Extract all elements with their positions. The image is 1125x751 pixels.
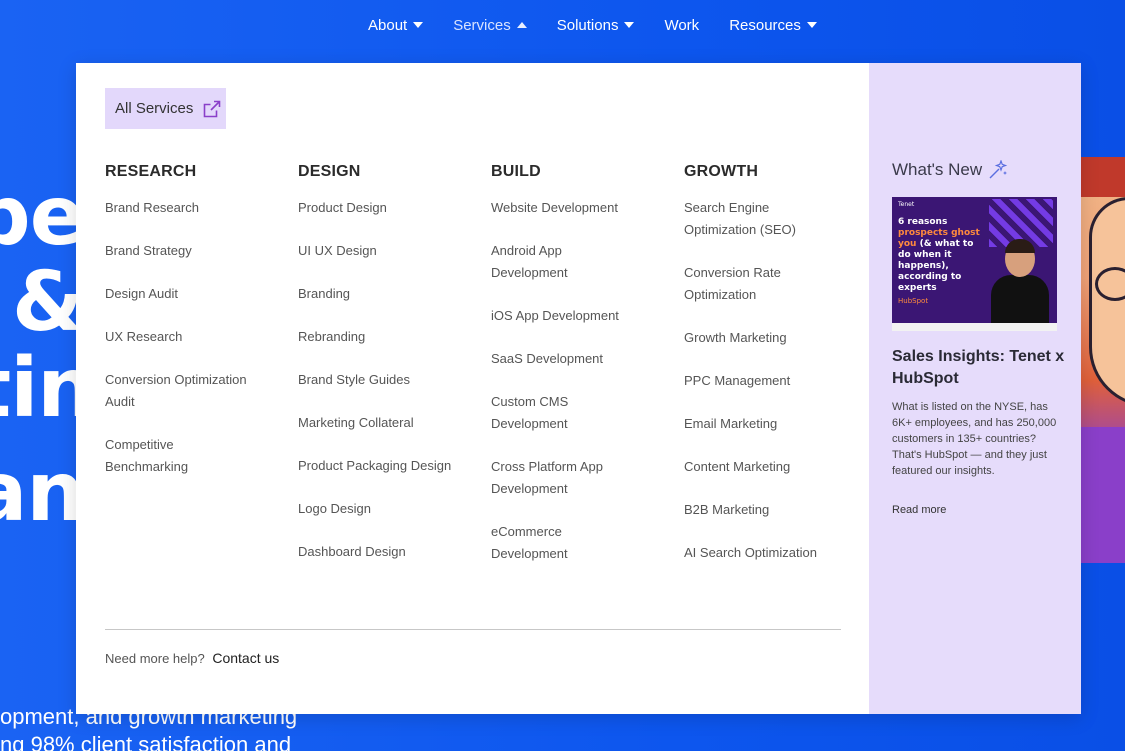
column-heading: BUILD [491, 163, 541, 180]
article-title[interactable]: Sales Insights: Tenet x HubSpot [892, 346, 1067, 390]
illustration-hair [1081, 157, 1125, 197]
illustration-shirt [1081, 427, 1125, 563]
nav-label: About [368, 16, 408, 34]
caret-down-icon [806, 22, 817, 28]
service-link[interactable]: Search Engine Optimization (SEO) [684, 197, 814, 241]
sparkle-icon [988, 159, 1008, 180]
hero-illustration [1081, 157, 1125, 563]
service-link[interactable]: eCommerce Development [491, 521, 591, 565]
service-link[interactable]: Custom CMS Development [491, 391, 591, 435]
service-link[interactable]: UX Research [105, 326, 280, 348]
services-column-research: RESEARCH Brand Research Brand Strategy D… [105, 163, 280, 499]
column-heading: RESEARCH [105, 163, 197, 180]
service-link[interactable]: Branding [298, 283, 473, 305]
service-link[interactable]: Brand Strategy [105, 240, 280, 262]
service-link[interactable]: Logo Design [298, 498, 473, 520]
hero-headline-fragment: & [12, 255, 84, 350]
thumbnail-headline: 6 reasons prospects ghost you (& what to… [898, 217, 988, 294]
top-navigation: About Services Solutions Work Resources [368, 14, 817, 36]
thumbnail-strip [892, 323, 1057, 331]
nav-item-resources[interactable]: Resources [729, 14, 817, 36]
person-hair [1005, 239, 1035, 253]
column-heading: GROWTH [684, 163, 759, 180]
nav-label: Services [453, 16, 511, 34]
service-link[interactable]: Competitive Benchmarking [105, 434, 215, 478]
nav-item-services[interactable]: Services [453, 14, 527, 36]
service-link[interactable]: Product Design [298, 197, 473, 219]
read-more-link[interactable]: Read more [892, 504, 946, 516]
nav-item-about[interactable]: About [368, 14, 424, 36]
caret-down-icon [624, 22, 635, 28]
service-link[interactable]: AI Search Optimization [684, 542, 859, 564]
thumbnail-brand: Tenet [898, 201, 915, 208]
article-thumbnail[interactable]: Tenet 6 reasons prospects ghost you (& w… [892, 197, 1057, 331]
services-column-growth: GROWTH Search Engine Optimization (SEO) … [684, 163, 859, 585]
service-link[interactable]: Product Packaging Design [298, 455, 473, 477]
caret-down-icon [413, 22, 424, 28]
illustration-face [1089, 197, 1125, 407]
all-services-button[interactable]: All Services [105, 88, 226, 129]
nav-label: Work [664, 16, 700, 34]
service-link[interactable]: Cross Platform App Development [491, 456, 631, 500]
service-link[interactable]: Email Marketing [684, 413, 859, 435]
services-dropdown-panel: All Services RESEARCH Brand Research Bra… [76, 63, 1081, 714]
services-column-build: BUILD Website Development Android App De… [491, 163, 666, 586]
hero-headline-fragment: pe [0, 169, 85, 264]
caret-up-icon [516, 22, 527, 28]
nav-label: Resources [729, 16, 801, 34]
service-link[interactable]: Website Development [491, 197, 666, 219]
nav-label: Solutions [556, 16, 619, 34]
all-services-label: All Services [115, 100, 194, 117]
whats-new-panel: What's New Tenet 6 reasons prospects gho… [869, 63, 1081, 714]
thumbnail-line: prospects ghost [898, 228, 980, 238]
service-link[interactable]: Brand Research [105, 197, 280, 219]
services-column-design: DESIGN Product Design UI UX Design Brand… [298, 163, 473, 584]
service-link[interactable]: Android App Development [491, 240, 591, 284]
service-link[interactable]: Design Audit [105, 283, 280, 305]
whats-new-label: What's New [892, 160, 983, 179]
thumbnail-footer: HubSpot [898, 297, 929, 305]
service-link[interactable]: Marketing Collateral [298, 412, 473, 434]
service-link[interactable]: Growth Marketing [684, 327, 859, 349]
service-link[interactable]: Content Marketing [684, 456, 859, 478]
service-link[interactable]: PPC Management [684, 370, 859, 392]
help-text: Need more help? [105, 651, 205, 666]
services-menu: All Services RESEARCH Brand Research Bra… [76, 63, 869, 714]
service-link[interactable]: UI UX Design [298, 240, 473, 262]
service-link[interactable]: SaaS Development [491, 348, 666, 370]
service-link[interactable]: B2B Marketing [684, 499, 859, 521]
thumbnail-line: 6 reasons [898, 217, 948, 227]
whats-new-heading: What's New [892, 159, 1008, 180]
service-link[interactable]: Dashboard Design [298, 541, 473, 563]
service-link[interactable]: Rebranding [298, 326, 473, 348]
thumbnail-person [991, 239, 1049, 331]
service-link[interactable]: Brand Style Guides [298, 369, 473, 391]
article-description: What is listed on the NYSE, has 6K+ empl… [892, 401, 1057, 477]
nav-item-solutions[interactable]: Solutions [557, 14, 635, 36]
service-link[interactable]: iOS App Development [491, 305, 666, 327]
nav-item-work[interactable]: Work [664, 14, 699, 36]
help-row: Need more help? Contact us [105, 650, 279, 666]
contact-us-link[interactable]: Contact us [212, 650, 279, 666]
service-link[interactable]: Conversion Rate Optimization [684, 262, 804, 306]
hero-subtext-line: ng 98% client satisfaction and [0, 732, 292, 751]
column-heading: DESIGN [298, 163, 361, 180]
external-link-icon [203, 100, 221, 118]
footer-divider [105, 629, 841, 630]
service-link[interactable]: Conversion Optimization Audit [105, 369, 265, 413]
thumbnail-line: you [898, 239, 917, 249]
